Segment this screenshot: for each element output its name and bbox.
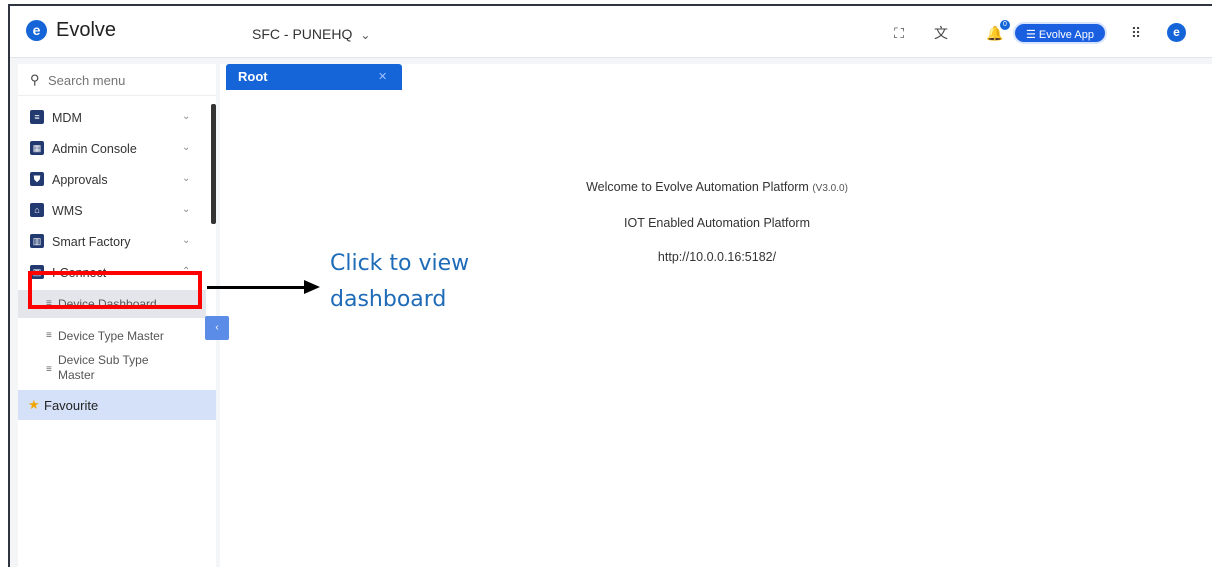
annotation-line1: Click to view [330, 251, 470, 276]
sidebar: ⚲ ≡ MDM ⌄ ▦ Admin Console ⌄ ⛊ Approvals … [18, 64, 216, 567]
chevron-down-icon: ⌄ [182, 111, 191, 122]
top-header: e Evolve SFC - PUNEHQ ⌄ ⛶ 文 🔔 0 ☰ Evolve A… [10, 6, 1212, 58]
welcome-line: Welcome to Evolve Automation Platform [586, 180, 809, 194]
search-menu: ⚲ [18, 64, 216, 96]
menu-lines-icon: ☰ [1026, 29, 1036, 41]
welcome-text: Welcome to Evolve Automation Platform (V… [220, 180, 1212, 194]
platform-subtitle: IOT Enabled Automation Platform [624, 216, 810, 230]
arrow-head-icon [304, 280, 320, 294]
sidebar-subitem-device-type-master[interactable]: ≡ Device Type Master [18, 322, 206, 350]
sidebar-subitem-label-line2: Master [58, 368, 95, 382]
grid-icon: ▦ [30, 141, 44, 155]
sidebar-subitem-label-line1: Device Sub Type [58, 353, 149, 367]
list-icon: ≡ [46, 364, 52, 375]
brand-name: Evolve [56, 19, 117, 41]
sidebar-item-wms[interactable]: ⌂ WMS ⌄ [18, 197, 206, 225]
sidebar-item-approvals[interactable]: ⛊ Approvals ⌄ [18, 166, 206, 194]
translate-icon[interactable]: 文 [932, 24, 950, 42]
fullscreen-icon[interactable]: ⛶ [890, 24, 908, 42]
arrow-line [207, 286, 305, 289]
sidebar-item-label: WMS [52, 204, 83, 218]
star-icon: ★ [28, 397, 40, 412]
sidebar-item-smart-factory[interactable]: ▥ Smart Factory ⌄ [18, 228, 206, 256]
sidebar-subitem-label: Device Type Master [58, 329, 164, 343]
list-icon: ≡ [46, 330, 52, 341]
evolve-logo-icon[interactable]: e [26, 20, 47, 41]
chevron-down-icon: ⌄ [182, 173, 191, 184]
chevron-down-icon: ⌄ [182, 142, 191, 153]
sidebar-item-label: MDM [52, 111, 82, 125]
sidebar-scrollbar[interactable] [211, 104, 216, 224]
version-label: (V3.0.0) [812, 183, 848, 194]
plant-selector-value: SFC - PUNEHQ [252, 26, 353, 42]
screenshot-frame: e Evolve SFC - PUNEHQ ⌄ ⛶ 文 🔔 0 ☰ Evolve A… [0, 0, 1212, 567]
chevron-down-icon: ⌄ [360, 28, 371, 42]
favourite-label: Favourite [44, 398, 99, 413]
shield-icon: ⛊ [30, 172, 44, 186]
evolve-app-button[interactable]: ☰ Evolve App [1013, 22, 1107, 44]
factory-icon: ▥ [30, 234, 44, 248]
search-icon: ⚲ [30, 72, 40, 87]
annotation-line2: dashboard [330, 287, 447, 312]
search-input[interactable] [48, 70, 198, 90]
chevron-down-icon: ⌄ [182, 235, 191, 246]
highlight-box [28, 271, 202, 309]
notification-badge: 0 [1000, 20, 1010, 30]
chevron-down-icon: ⌄ [182, 204, 191, 215]
close-icon[interactable]: ✕ [378, 70, 387, 83]
database-icon: ≡ [30, 110, 44, 124]
sidebar-item-label: Smart Factory [52, 235, 131, 249]
apps-grid-icon[interactable]: ⠿ [1127, 24, 1145, 42]
collapse-sidebar-button[interactable]: ‹ [205, 316, 229, 340]
sidebar-subitem-device-sub-type-master[interactable]: ≡ Device Sub Type Master [18, 352, 206, 388]
sidebar-subitem-label: Device Sub Type Master [58, 353, 149, 383]
tab-label: Root [238, 69, 268, 84]
user-evolve-icon[interactable]: e [1167, 23, 1186, 42]
annotation-text: Click to view dashboard [330, 246, 469, 318]
tab-root[interactable]: Root ✕ [226, 64, 402, 90]
evolve-app-label: Evolve App [1038, 29, 1094, 41]
plant-selector[interactable]: SFC - PUNEHQ ⌄ [252, 26, 370, 42]
warehouse-icon: ⌂ [30, 203, 44, 217]
sidebar-item-label: Approvals [52, 173, 108, 187]
sidebar-item-label: Admin Console [52, 142, 137, 156]
favourite-section[interactable]: ★ Favourite [18, 390, 216, 420]
sidebar-item-admin-console[interactable]: ▦ Admin Console ⌄ [18, 135, 206, 163]
sidebar-item-mdm[interactable]: ≡ MDM ⌄ [18, 104, 206, 132]
